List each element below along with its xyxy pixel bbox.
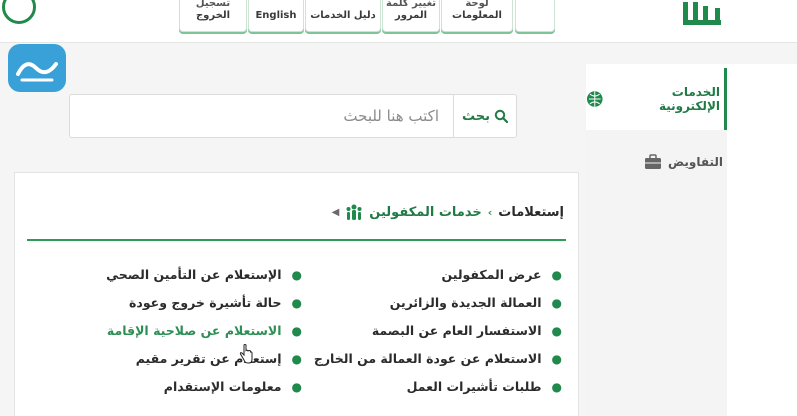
logout-label-1: تسجيل bbox=[195, 0, 231, 9]
bullet-icon: ● bbox=[291, 296, 302, 310]
english-button[interactable]: English bbox=[248, 0, 304, 32]
sidebar-empty-area bbox=[586, 194, 727, 416]
search-button-label: بحث bbox=[461, 108, 490, 124]
list-item[interactable]: ● العمالة الجديدة والزائرين bbox=[314, 289, 562, 317]
change-password-label-2: المرور bbox=[394, 10, 428, 21]
site-watermark-logo bbox=[8, 44, 66, 92]
breadcrumb-root-link[interactable]: خدمات المكفولين bbox=[369, 205, 481, 220]
government-seal-icon bbox=[2, 0, 36, 24]
briefcase-icon bbox=[645, 154, 661, 169]
services-guide-button[interactable]: دليل الخدمات bbox=[305, 0, 381, 32]
sidebar-item-label: الخدمات الإلكترونية bbox=[658, 85, 720, 113]
nav-button-partial[interactable] bbox=[515, 0, 555, 32]
people-group-icon bbox=[346, 204, 362, 220]
list-item[interactable]: ● إستعلام عن تقرير مقيم bbox=[106, 345, 302, 373]
service-link-label: إستعلام عن تقرير مقيم bbox=[135, 351, 282, 366]
bullet-icon: ● bbox=[551, 352, 562, 366]
service-link-label: العمالة الجديدة والزائرين bbox=[389, 295, 542, 310]
change-password-button[interactable]: تغيير كلمة المرور bbox=[382, 0, 440, 32]
list-item[interactable]: ● عرض المكفولين bbox=[314, 261, 562, 289]
list-item[interactable]: ● الإستعلام عن التأمين الصحي bbox=[106, 261, 302, 289]
logout-label-2: الخروج bbox=[195, 10, 231, 21]
service-link-label: الاستعلام عن عودة العمالة من الخارج bbox=[313, 351, 542, 366]
list-item[interactable]: ● الاستفسار العام عن البصمة bbox=[314, 317, 562, 345]
top-navigation-bar: تسجيل الخروج English دليل الخدمات تغيير … bbox=[0, 0, 797, 43]
bullet-icon: ● bbox=[551, 324, 562, 338]
list-item[interactable]: ● معلومات الإستقدام bbox=[106, 373, 302, 401]
bullet-icon: ● bbox=[551, 380, 562, 394]
search-input[interactable] bbox=[70, 95, 453, 137]
bullet-icon: ● bbox=[291, 380, 302, 394]
list-item[interactable]: ● طلبات تأشيرات العمل bbox=[314, 373, 562, 401]
globe-icon bbox=[586, 91, 603, 107]
bullet-icon: ● bbox=[291, 352, 302, 366]
services-card: ◀ خدمات المكفولين › إستعلامات ● عرض المكف… bbox=[14, 172, 579, 416]
service-link-label: الاستفسار العام عن البصمة bbox=[371, 323, 542, 338]
collapse-arrow-icon[interactable]: ◀ bbox=[332, 207, 340, 218]
change-password-label-1: تغيير كلمة bbox=[386, 0, 436, 9]
service-link-label: معلومات الإستقدام bbox=[163, 379, 282, 394]
info-board-label-2: المعلومات bbox=[452, 10, 502, 21]
breadcrumb: ◀ خدمات المكفولين › إستعلامات bbox=[332, 203, 564, 221]
service-link-label: طلبات تأشيرات العمل bbox=[406, 379, 542, 394]
search-bar: بحث bbox=[69, 94, 517, 138]
breadcrumb-current: إستعلامات bbox=[498, 204, 564, 220]
absher-logo-icon bbox=[683, 2, 721, 25]
sidebar-item-delegations[interactable]: التفاويض bbox=[586, 130, 727, 194]
search-button[interactable]: بحث bbox=[453, 95, 516, 137]
sidebar-item-label: التفاويض bbox=[668, 155, 723, 169]
services-guide-label: دليل الخدمات bbox=[310, 10, 376, 21]
services-list-left: ● الإستعلام عن التأمين الصحي ● حالة تأشيرة… bbox=[106, 261, 302, 401]
sidebar-item-e-services[interactable]: الخدمات الإلكترونية bbox=[586, 68, 727, 130]
list-item-hovered[interactable]: ● الاستعلام عن صلاحية الإقامة bbox=[106, 317, 302, 345]
bullet-icon: ● bbox=[291, 268, 302, 282]
english-label: English bbox=[255, 10, 297, 21]
card-divider bbox=[27, 239, 566, 241]
hand-cursor-icon bbox=[239, 344, 253, 364]
list-item[interactable]: ● حالة تأشيرة خروج وعودة bbox=[106, 289, 302, 317]
services-list-right: ● عرض المكفولين ● العمالة الجديدة والزائري… bbox=[314, 261, 562, 401]
service-link-label: عرض المكفولين bbox=[441, 267, 542, 282]
bullet-icon: ● bbox=[551, 296, 562, 310]
list-item[interactable]: ● الاستعلام عن عودة العمالة من الخارج bbox=[314, 345, 562, 373]
service-link-label: الإستعلام عن التأمين الصحي bbox=[106, 267, 282, 282]
ministry-logo-text bbox=[600, 0, 674, 16]
logout-button[interactable]: تسجيل الخروج bbox=[179, 0, 247, 32]
bullet-icon: ● bbox=[551, 268, 562, 282]
search-icon bbox=[494, 109, 508, 123]
breadcrumb-separator-icon: › bbox=[487, 205, 493, 219]
info-board-label-1: لوحة bbox=[465, 0, 489, 9]
bullet-icon: ● bbox=[291, 324, 302, 338]
service-link-label: الاستعلام عن صلاحية الإقامة bbox=[106, 323, 282, 338]
service-link-label: حالة تأشيرة خروج وعودة bbox=[129, 295, 282, 310]
watermark-glyph-icon bbox=[16, 62, 58, 82]
info-board-button[interactable]: لوحة المعلومات bbox=[441, 0, 513, 32]
